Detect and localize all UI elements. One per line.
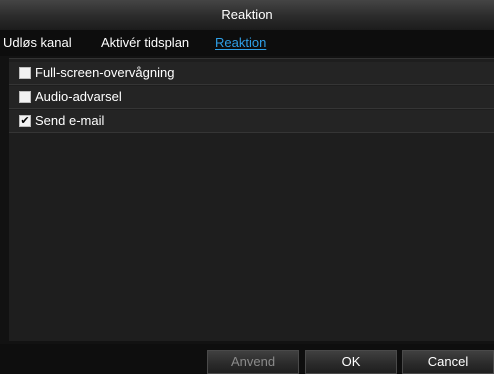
- tab-bar: Udløs kanal Aktivér tidsplan Reaktion: [0, 30, 494, 56]
- send-email-label: Send e-mail: [35, 113, 105, 128]
- option-row-fullscreen-monitoring[interactable]: Full-screen-overvågning: [9, 62, 494, 85]
- send-email-checkbox[interactable]: ✔: [19, 115, 31, 127]
- option-row-audio-warning[interactable]: Audio-advarsel: [9, 86, 494, 109]
- audio-warning-label: Audio-advarsel: [35, 89, 122, 104]
- option-row-send-email[interactable]: ✔ Send e-mail: [9, 110, 494, 133]
- checkmark-icon: ✔: [20, 115, 30, 127]
- fullscreen-monitoring-checkbox[interactable]: [19, 67, 31, 79]
- tab-reaktion[interactable]: Reaktion: [215, 35, 266, 50]
- reaction-options-list: Full-screen-overvågning Audio-advarsel ✔…: [9, 58, 494, 341]
- button-bar: Anvend OK Cancel: [0, 344, 494, 374]
- tab-udlos-kanal[interactable]: Udløs kanal: [3, 35, 72, 50]
- audio-warning-checkbox[interactable]: [19, 91, 31, 103]
- dialog-title: Reaktion: [0, 0, 494, 30]
- reaktion-dialog: Reaktion Udløs kanal Aktivér tidsplan Re…: [0, 0, 494, 374]
- tab-aktiver-tidsplan[interactable]: Aktivér tidsplan: [101, 35, 189, 50]
- apply-button[interactable]: Anvend: [207, 350, 299, 374]
- fullscreen-monitoring-label: Full-screen-overvågning: [35, 65, 175, 80]
- cancel-button[interactable]: Cancel: [402, 350, 494, 374]
- ok-button[interactable]: OK: [305, 350, 397, 374]
